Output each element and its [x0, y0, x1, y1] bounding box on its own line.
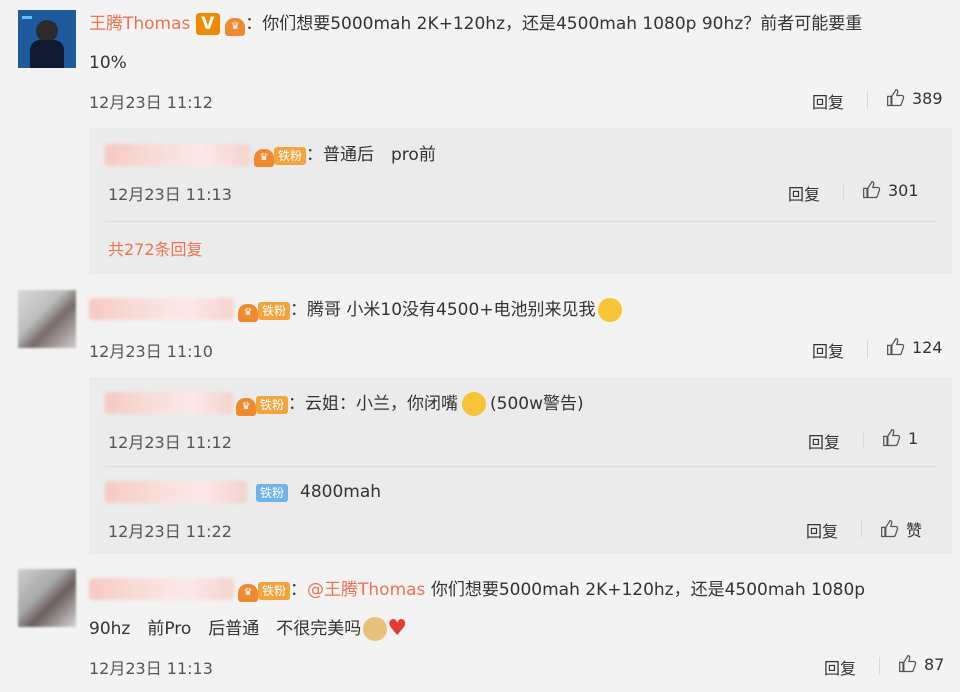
like-button[interactable]: 124: [886, 337, 943, 357]
fan-level-icon: ♛: [225, 18, 246, 36]
comment-text: ：腾哥 小米10没有4500+电池别来见我: [290, 300, 596, 320]
comment-text-cont: 90hz 前Pro 后普通 不很完美吗 ♥: [89, 617, 407, 641]
thumb-up-icon: [887, 89, 905, 107]
like-button[interactable]: 389: [886, 88, 943, 108]
reply-time: 12月23日 11:22: [108, 522, 232, 541]
like-count: 87: [924, 654, 945, 674]
reply-button[interactable]: 回复: [812, 338, 844, 362]
comment-time: 12月23日 11:10: [89, 342, 213, 361]
reply-button[interactable]: 回复: [808, 429, 840, 453]
like-count: 赞: [906, 521, 923, 540]
author-name[interactable]: [89, 298, 234, 320]
fan-badge: 铁粉: [258, 582, 291, 600]
reply-text: 4800mah: [300, 482, 382, 502]
thumb-up-icon: [863, 181, 881, 199]
mention-link[interactable]: @王腾Thomas: [307, 580, 425, 600]
reply-time: 12月23日 11:13: [108, 185, 232, 204]
thumb-up-icon: [899, 655, 917, 673]
reply-line: ♛ 铁粉 ：普通后 pro前: [254, 143, 436, 167]
fan-level-icon: ♛: [238, 584, 258, 602]
laughing-emoji-icon: [462, 392, 487, 416]
crying-emoji-icon: [597, 298, 622, 322]
reply-button[interactable]: 回复: [824, 655, 856, 679]
like-count: 389: [912, 88, 943, 108]
divider: [105, 466, 936, 467]
divider: [105, 221, 936, 222]
reply-author-name[interactable]: [105, 144, 250, 166]
comment-line: ♛ 铁粉 ：腾哥 小米10没有4500+电池别来见我: [238, 298, 622, 322]
author-name[interactable]: 王腾Thomas: [89, 14, 190, 34]
colon: ：: [245, 14, 263, 34]
heart-icon: ♥: [387, 616, 408, 641]
like-button[interactable]: 赞: [880, 517, 922, 541]
like-count: 124: [912, 337, 943, 357]
avatar[interactable]: [18, 10, 76, 68]
like-button[interactable]: 87: [898, 654, 944, 674]
divider: [861, 520, 862, 538]
doge-emoji-icon: [363, 617, 388, 641]
reply-text: ：云姐：小兰，你闭嘴: [288, 394, 459, 414]
comment-text: 90hz 前Pro 后普通 不很完美吗: [89, 619, 362, 639]
reply-button[interactable]: 回复: [806, 518, 838, 542]
thumb-up-icon: [883, 429, 901, 447]
divider: [879, 657, 880, 675]
reply-author-name[interactable]: [105, 481, 247, 503]
verified-v-icon: V: [195, 13, 220, 35]
reply-line: ♛ 铁粉 ：云姐：小兰，你闭嘴 (500w警告): [236, 392, 584, 416]
like-count: 301: [888, 180, 919, 200]
reply-text: ：普通后 pro前: [306, 145, 436, 165]
comment-text: 你们想要5000mah 2K+120hz，还是4500mah 1080p 90h…: [262, 14, 863, 34]
like-count: 1: [908, 428, 919, 448]
avatar[interactable]: [18, 569, 76, 627]
comment-text-cont: 10%: [89, 53, 127, 73]
comment-text: 你们想要5000mah 2K+120hz，还是4500mah 1080p: [430, 580, 866, 600]
fan-badge: 铁粉: [256, 396, 289, 414]
thumb-up-icon: [881, 520, 899, 538]
like-button[interactable]: 301: [862, 180, 919, 200]
reply-button[interactable]: 回复: [812, 89, 844, 113]
thumb-up-icon: [887, 338, 905, 356]
more-replies-link[interactable]: 共272条回复: [108, 236, 203, 260]
like-button[interactable]: 1: [882, 428, 918, 448]
avatar[interactable]: [18, 290, 76, 348]
reply-button[interactable]: 回复: [788, 181, 820, 205]
fan-level-icon: ♛: [236, 398, 256, 416]
reply-text-tail: (500w警告): [490, 394, 584, 414]
reply-time: 12月23日 11:12: [108, 433, 232, 452]
comment-line: 王腾Thomas V ♛ ：你们想要5000mah 2K+120hz，还是4500…: [89, 12, 862, 36]
divider: [863, 431, 864, 449]
divider: [843, 183, 844, 201]
divider: [867, 340, 868, 358]
fan-level-icon: ♛: [238, 304, 258, 322]
divider: [867, 91, 868, 109]
reply-author-name[interactable]: [105, 392, 233, 414]
fan-level-icon: ♛: [254, 149, 274, 167]
comment-time: 12月23日 11:12: [89, 93, 213, 112]
comment-line: ♛ 铁粉 ：@王腾Thomas 你们想要5000mah 2K+120hz，还是450…: [238, 578, 865, 602]
fan-badge: 铁粉: [258, 302, 291, 320]
fan-badge: 铁粉: [256, 484, 289, 502]
fan-badge: 铁粉: [274, 147, 307, 165]
comment-time: 12月23日 11:13: [89, 659, 213, 678]
author-name[interactable]: [89, 578, 234, 600]
reply-line: 铁粉 4800mah: [256, 480, 381, 504]
